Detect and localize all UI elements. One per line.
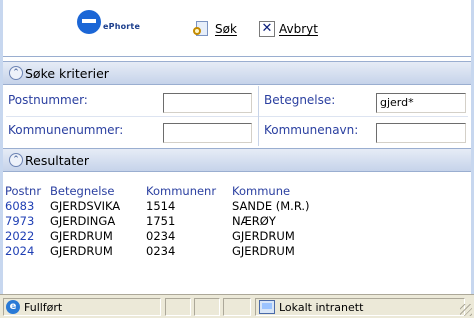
results-title: Resultater — [25, 152, 90, 168]
status-panel-empty — [165, 298, 191, 316]
search-icon — [193, 20, 211, 38]
kommunenr-cell: 1514 — [146, 198, 176, 213]
collapse-icon[interactable]: ⌃ — [9, 153, 23, 167]
cancel-button[interactable]: ✕ Avbryt — [259, 18, 318, 40]
search-criteria-header[interactable]: ⌃ Søke kriterier — [3, 61, 471, 85]
table-header-row: Postnr Betegnelse Kommunenr Kommune — [5, 183, 314, 198]
postnummer-label: Postnummer: — [8, 93, 88, 107]
resize-grip[interactable] — [460, 304, 472, 316]
postnr-link[interactable]: 6083 — [5, 198, 50, 213]
kommune-cell: NÆRØY — [232, 213, 276, 228]
security-zone-panel: Lokalt intranett — [255, 298, 465, 316]
status-panel-empty — [194, 298, 220, 316]
table-row[interactable]: 6083 GJERDSVIKA 1514 SANDE (M.R.) — [5, 198, 314, 213]
close-icon: ✕ — [259, 21, 275, 37]
kommunenr-cell: 0234 — [146, 243, 176, 258]
cancel-button-label: Avbryt — [279, 22, 318, 36]
search-form: Postnummer: Betegnelse: gjerd* Kommunenu… — [3, 86, 471, 146]
divider — [258, 86, 259, 146]
kommunenr-cell: 1751 — [146, 213, 176, 228]
search-criteria-title: Søke kriterier — [25, 65, 109, 81]
status-text: Fullført — [24, 300, 63, 314]
table-row[interactable]: 7973 GJERDINGA 1751 NÆRØY — [5, 213, 314, 228]
betegnelse-input[interactable]: gjerd* — [376, 93, 466, 113]
betegnelse-cell: GJERDINGA — [50, 213, 116, 228]
results-table: Postnr Betegnelse Kommunenr Kommune 6083… — [5, 183, 314, 258]
table-row[interactable]: 2024 GJERDRUM 0234 GJERDRUM — [5, 243, 314, 258]
kommune-cell: SANDE (M.R.) — [232, 198, 310, 213]
postnummer-input[interactable] — [163, 93, 252, 113]
kommunenr-cell: 0234 — [146, 228, 176, 243]
divider — [6, 116, 468, 117]
status-panel-empty — [223, 298, 251, 316]
postnr-link[interactable]: 2022 — [5, 228, 50, 243]
collapse-icon[interactable]: ⌃ — [9, 66, 23, 80]
betegnelse-cell: GJERDRUM — [50, 243, 113, 258]
postnr-link[interactable]: 7973 — [5, 213, 50, 228]
column-header-betegnelse: Betegnelse — [50, 183, 115, 198]
browser-icon: e — [6, 300, 20, 314]
kommunenummer-input[interactable] — [163, 123, 252, 143]
kommune-cell: GJERDRUM — [232, 243, 295, 258]
kommunenavn-input[interactable] — [376, 123, 466, 143]
betegnelse-cell: GJERDRUM — [50, 228, 113, 243]
search-button-label: Søk — [215, 22, 237, 36]
status-bar: e Fullført Lokalt intranett — [0, 294, 474, 318]
betegnelse-label: Betegnelse: — [264, 93, 336, 107]
results-header[interactable]: ⌃ Resultater — [3, 148, 471, 172]
table-row[interactable]: 2022 GJERDRUM 0234 GJERDRUM — [5, 228, 314, 243]
column-header-kommunenr: Kommunenr — [146, 183, 217, 198]
kommunenummer-label: Kommunenummer: — [8, 123, 124, 137]
column-header-postnr: Postnr — [5, 183, 42, 198]
betegnelse-cell: GJERDSVIKA — [50, 198, 121, 213]
search-button[interactable]: Søk — [193, 18, 237, 40]
toolbar: ePhorte Søk ✕ Avbryt — [3, 0, 471, 57]
logo-text: ePhorte — [103, 22, 141, 31]
kommunenavn-label: Kommunenavn: — [264, 123, 359, 137]
results-list: Postnr Betegnelse Kommunenr Kommune 6083… — [5, 183, 465, 258]
zone-text: Lokalt intranett — [279, 300, 364, 314]
postnr-link[interactable]: 2024 — [5, 243, 50, 258]
intranet-icon — [259, 300, 275, 314]
status-panel: e Fullført — [3, 298, 161, 316]
ephorte-logo-icon — [77, 10, 101, 34]
kommune-cell: GJERDRUM — [232, 228, 295, 243]
column-header-kommune: Kommune — [232, 183, 291, 198]
